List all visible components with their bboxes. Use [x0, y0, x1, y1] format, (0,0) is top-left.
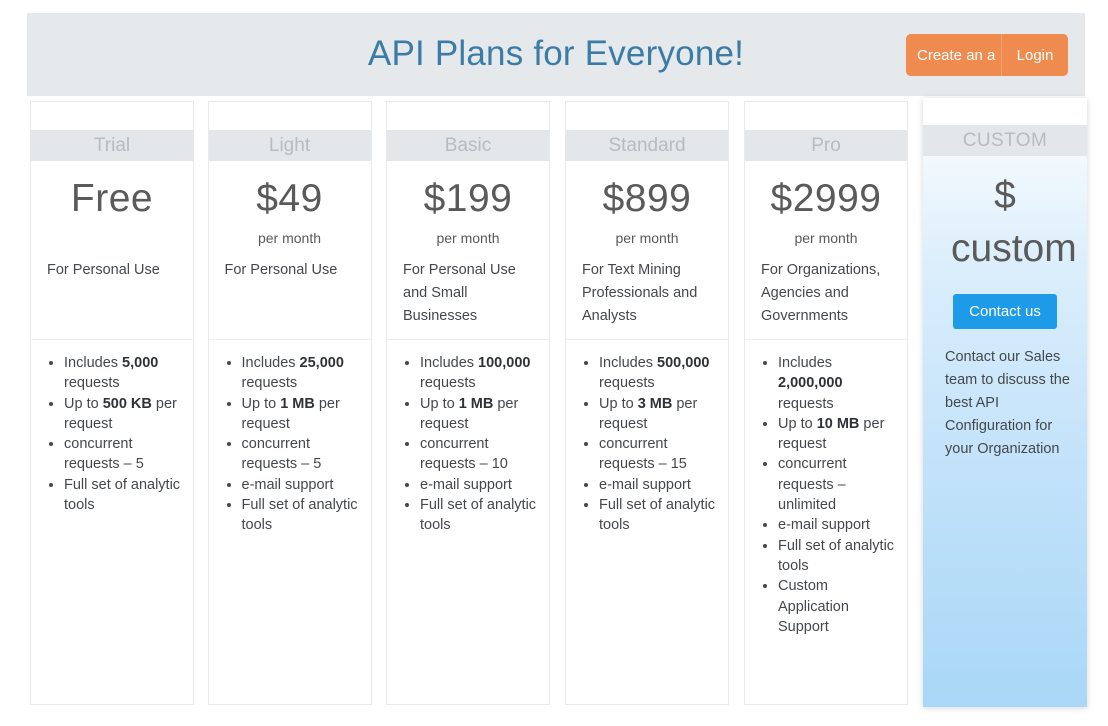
feature-item: Custom Application Support — [778, 576, 897, 637]
price-block: $2999 per month — [745, 161, 907, 247]
plan-description: Contact our Sales team to discuss the be… — [945, 349, 1070, 457]
pricing-card-custom: CUSTOM $ custom Contact us Contact our Sale… — [923, 98, 1087, 707]
plan-period: per month — [436, 230, 500, 246]
feature-item: e-mail support — [599, 475, 718, 495]
card-top-spacer — [31, 102, 193, 130]
feature-item: Up to 1 MB per request — [420, 394, 539, 435]
feature-item: Includes 25,000 requests — [242, 353, 361, 394]
plan-price: $ custom — [951, 174, 1077, 270]
feature-item: Full set of analytic tools — [64, 475, 183, 516]
feature-item: concurrent requests – 5 — [242, 434, 361, 475]
plan-period: per month — [794, 230, 858, 246]
card-top-spacer — [566, 102, 728, 130]
feature-item: Includes 2,000,000 requests — [778, 353, 897, 414]
custom-plan-body: $ custom Contact us Contact our Sales team… — [923, 156, 1087, 707]
pricing-card: Trial Free For Personal Use Includes 5,000 … — [30, 101, 194, 705]
plan-period — [31, 229, 193, 247]
feature-item: Up to 3 MB per request — [599, 394, 718, 435]
feature-list: Includes 500,000 requestsUp to 3 MB per … — [566, 340, 728, 536]
plan-description: For Personal Use and Small Businesses — [403, 262, 516, 324]
plan-description: For Personal Use — [224, 262, 338, 278]
pricing-card: Basic $199 per month For Personal Use and S… — [386, 101, 550, 705]
plan-price: $49 — [256, 177, 323, 220]
feature-item: Full set of analytic tools — [778, 536, 897, 577]
feature-item: concurrent requests – unlimited — [778, 454, 897, 515]
price-block: $199 per month — [387, 161, 549, 247]
contact-us-button[interactable]: Contact us — [953, 294, 1057, 329]
feature-item: e-mail support — [242, 475, 361, 495]
card-top-spacer — [745, 102, 907, 130]
plan-description: For Personal Use — [47, 262, 160, 278]
feature-item: Includes 100,000 requests — [420, 353, 539, 394]
card-top-spacer — [208, 102, 371, 130]
plan-name: Basic — [387, 130, 549, 161]
plan-period: per month — [615, 230, 679, 246]
page-header: API Plans for Everyone! Create an a Logi… — [27, 13, 1085, 96]
feature-list: Includes 5,000 requestsUp to 500 KB per … — [31, 340, 193, 515]
feature-list: Includes 2,000,000 requestsUp to 10 MB p… — [745, 340, 907, 637]
price-block: $49 per month — [209, 161, 371, 247]
feature-item: concurrent requests – 15 — [599, 434, 718, 475]
plan-price: $2999 — [770, 177, 882, 220]
feature-item: Includes 5,000 requests — [64, 353, 183, 394]
plan-price: $899 — [602, 177, 692, 220]
plan-period: per month — [257, 230, 322, 246]
feature-item: Up to 1 MB per request — [242, 394, 361, 435]
feature-item: e-mail support — [420, 475, 539, 495]
plan-name: Trial — [31, 130, 193, 161]
plan-name: CUSTOM — [923, 125, 1087, 156]
pricing-card: Pro $2999 per month For Organizations, Agen… — [744, 101, 908, 705]
feature-item: Up to 500 KB per request — [64, 394, 183, 435]
card-top-spacer — [923, 98, 1087, 125]
header-button-group: Create an a Login — [906, 34, 1068, 76]
feature-item: e-mail support — [778, 515, 897, 535]
plan-description: For Text Mining Professionals and Analys… — [582, 262, 698, 324]
feature-item: Full set of analytic tools — [420, 495, 539, 536]
pricing-card: Light $49 per month For Personal Use Include… — [207, 101, 372, 705]
plan-price: Free — [70, 177, 154, 220]
price-block: Free — [31, 161, 193, 247]
pricing-card: Standard $899 per month For Text Mining Pro… — [565, 101, 729, 705]
feature-list: Includes 25,000 requestsUp to 1 MB per r… — [209, 340, 371, 536]
price-block: $899 per month — [566, 161, 728, 247]
plan-name: Standard — [566, 130, 728, 161]
feature-item: Up to 10 MB per request — [778, 414, 897, 455]
plan-description: For Organizations, Agencies and Governme… — [761, 262, 881, 324]
feature-list: Includes 100,000 requestsUp to 1 MB per … — [387, 340, 549, 536]
login-button[interactable]: Login — [1002, 34, 1068, 76]
plan-price: $199 — [423, 177, 513, 220]
create-account-button[interactable]: Create an a — [906, 34, 1002, 76]
card-top-spacer — [387, 102, 549, 130]
feature-item: Full set of analytic tools — [599, 495, 718, 536]
feature-item: concurrent requests – 5 — [64, 434, 183, 475]
plan-name: Pro — [745, 130, 907, 161]
feature-item: Includes 500,000 requests — [599, 353, 718, 394]
plan-name: Light — [208, 130, 371, 161]
feature-item: Full set of analytic tools — [242, 495, 361, 536]
feature-item: concurrent requests – 10 — [420, 434, 539, 475]
